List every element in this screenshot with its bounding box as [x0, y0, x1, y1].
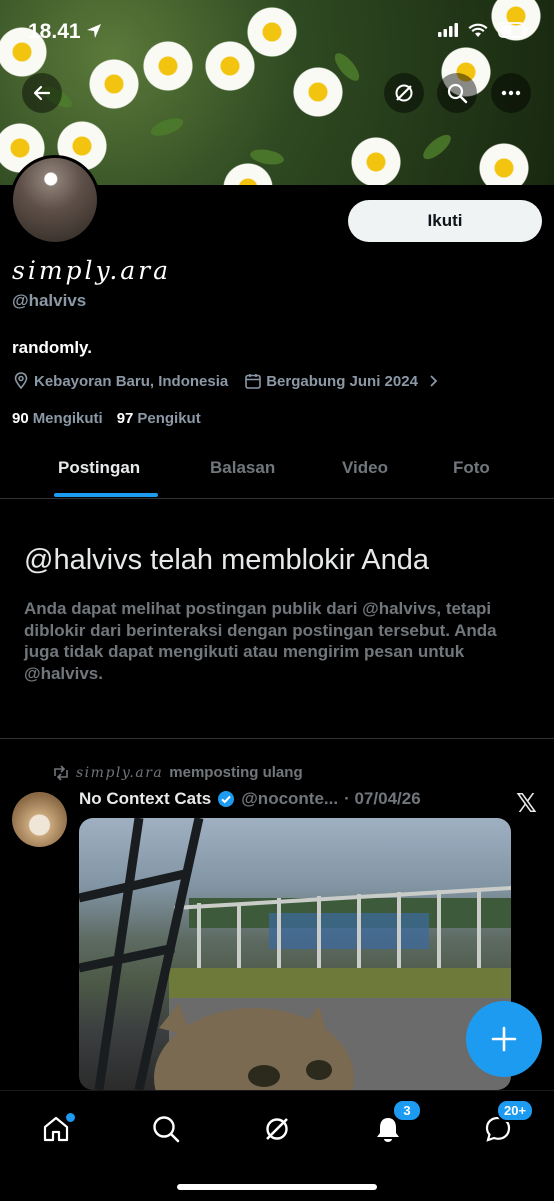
post-author-name[interactable]: No Context Cats: [79, 789, 211, 809]
profile-meta: Kebayoran Baru, Indonesia Bergabung Juni…: [12, 372, 440, 390]
arrow-left-icon: [33, 85, 51, 101]
nav-home[interactable]: [36, 1109, 77, 1149]
chevron-right-icon[interactable]: [426, 374, 440, 388]
following-link[interactable]: 90 Mengikuti: [12, 410, 103, 427]
x-logo-icon[interactable]: 𝕏: [516, 788, 537, 819]
cat-photo: [79, 818, 511, 1090]
messages-badge: 20+: [496, 1099, 535, 1122]
followers-link[interactable]: 97 Pengikut: [117, 410, 201, 427]
search-icon: [447, 83, 468, 104]
more-dots-icon: [501, 90, 521, 96]
display-name: simply.ara: [12, 256, 172, 285]
back-button[interactable]: [22, 73, 62, 113]
location-pin-icon: [14, 372, 28, 390]
tab-balasan[interactable]: Balasan: [210, 458, 275, 478]
search-button[interactable]: [437, 73, 477, 113]
blocked-title: @halvivs telah memblokir Anda: [24, 544, 430, 576]
post-date: · 07/04/26: [344, 789, 421, 808]
system-icons: [438, 22, 528, 38]
blocked-description: Anda dapat melihat postingan publik dari…: [24, 599, 497, 683]
profile-location: Kebayoran Baru, Indonesia: [34, 372, 229, 390]
home-unread-dot: [64, 1111, 77, 1124]
tab-postingan[interactable]: Postingan: [58, 458, 140, 478]
repost-icon: [54, 764, 68, 781]
wifi-icon: [468, 23, 488, 37]
grok-icon: [266, 1118, 288, 1140]
plus-icon: [491, 1026, 517, 1052]
calendar-icon: [245, 374, 262, 389]
post-author-avatar[interactable]: [12, 792, 67, 847]
post-author-handle: @noconte...: [241, 789, 339, 808]
location-arrow-icon: [87, 24, 102, 38]
nav-notifications[interactable]: 3: [368, 1099, 422, 1149]
profile-stats: 90 Mengikuti 97 Pengikut: [12, 410, 201, 427]
profile-tabs: Postingan Balasan Video Foto: [0, 446, 554, 499]
more-button[interactable]: [491, 73, 531, 113]
repost-suffix: memposting ulang: [169, 764, 303, 781]
repost-user[interactable]: simply.ara: [76, 765, 163, 781]
compose-button[interactable]: [466, 1001, 542, 1077]
tab-foto[interactable]: Foto: [453, 458, 490, 478]
home-indicator: [177, 1184, 377, 1190]
post-header: No Context Cats @noconte... · 07/04/26: [79, 789, 421, 809]
nav-messages[interactable]: 20+: [478, 1099, 535, 1149]
search-icon: [153, 1116, 180, 1143]
profile-avatar[interactable]: [10, 155, 100, 245]
profile-handle: @halvivs: [12, 291, 87, 310]
follow-button[interactable]: Ikuti: [348, 200, 542, 242]
status-bar: 18.41: [0, 0, 554, 60]
post-image[interactable]: [79, 818, 511, 1090]
repost-indicator: simply.ara memposting ulang: [52, 764, 303, 781]
notifications-badge: 3: [392, 1099, 422, 1122]
profile-bio: randomly.: [12, 338, 92, 357]
nav-grok[interactable]: [257, 1109, 297, 1149]
signal-icon: [438, 23, 458, 37]
status-time: 18.41: [28, 20, 102, 44]
nav-search[interactable]: [146, 1109, 186, 1149]
active-tab-indicator: [54, 493, 158, 497]
grok-button[interactable]: [384, 73, 424, 113]
profile-joined: Bergabung Juni 2024: [266, 372, 418, 390]
tab-video[interactable]: Video: [342, 458, 388, 478]
battery-icon: [498, 22, 528, 38]
grok-icon: [395, 84, 413, 102]
verified-badge-icon: [218, 791, 235, 807]
divider: [0, 738, 554, 739]
